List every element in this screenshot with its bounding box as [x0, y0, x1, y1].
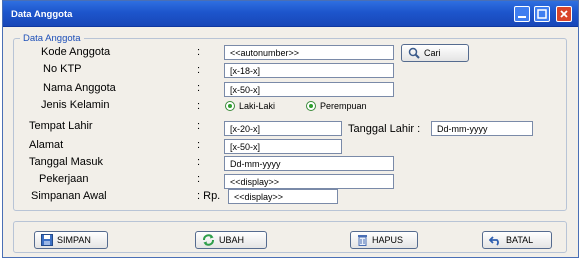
- ubah-button[interactable]: UBAH: [195, 231, 267, 249]
- batal-button-label: BATAL: [506, 235, 534, 245]
- cari-button-label: Cari: [424, 48, 441, 58]
- alamat-field[interactable]: [x-50-x]: [224, 139, 342, 154]
- hapus-button[interactable]: HAPUS: [350, 231, 418, 249]
- pekerjaan-label: Pekerjaan: [39, 173, 89, 185]
- close-button[interactable]: [556, 6, 572, 22]
- tanggal-masuk-field[interactable]: Dd-mm-yyyy: [224, 156, 394, 171]
- currency-rp: Rp.: [203, 190, 221, 202]
- colon: :: [197, 64, 201, 76]
- no-ktp-label: No KTP: [43, 63, 82, 75]
- simpan-button[interactable]: SIMPAN: [34, 231, 108, 249]
- group-legend: Data Anggota: [23, 33, 81, 44]
- ubah-button-label: UBAH: [219, 235, 245, 245]
- alamat-label: Alamat: [29, 139, 64, 151]
- simpanan-awal-field[interactable]: <<display>>: [228, 189, 338, 204]
- hapus-button-label: HAPUS: [372, 235, 404, 245]
- simpan-button-label: SIMPAN: [57, 235, 91, 245]
- kode-anggota-label: Kode Anggota: [41, 46, 111, 58]
- colon: :: [197, 46, 201, 58]
- jenis-kelamin-label: Jenis Kelamin: [41, 99, 110, 111]
- maximize-icon: [537, 9, 547, 19]
- colon: :: [197, 100, 201, 112]
- radio-laki-laki[interactable]: Laki-Laki: [225, 101, 275, 111]
- simpanan-awal-label: Simpanan Awal: [31, 190, 107, 202]
- maximize-button[interactable]: [534, 6, 550, 22]
- nama-anggota-label: Nama Anggota: [43, 82, 116, 94]
- colon: :: [197, 190, 201, 202]
- colon: :: [197, 120, 201, 132]
- minimize-icon: [518, 16, 526, 18]
- tanggal-masuk-label: Tanggal Masuk: [29, 156, 103, 168]
- kode-anggota-field[interactable]: <<autonumber>>: [224, 45, 394, 60]
- pekerjaan-field[interactable]: <<display>>: [224, 174, 394, 189]
- radio-indicator: [225, 101, 235, 111]
- minimize-button[interactable]: [514, 6, 530, 22]
- colon: :: [197, 139, 201, 151]
- currency-label: : Rp.: [197, 190, 220, 202]
- title-bar: Data Anggota: [3, 1, 578, 27]
- undo-icon: [489, 235, 502, 246]
- radio-perempuan[interactable]: Perempuan: [306, 101, 367, 111]
- refresh-icon: [202, 234, 215, 246]
- cari-button[interactable]: Cari: [401, 44, 469, 62]
- tempat-lahir-label: Tempat Lahir: [29, 120, 93, 132]
- tanggal-lahir-label: Tanggal Lahir :: [348, 123, 421, 135]
- radio-laki-laki-label: Laki-Laki: [239, 101, 276, 111]
- radio-perempuan-label: Perempuan: [320, 101, 367, 111]
- search-icon: [408, 47, 420, 59]
- tempat-lahir-field[interactable]: [x-20-x]: [224, 121, 342, 136]
- colon: :: [197, 82, 201, 94]
- save-icon: [41, 234, 53, 246]
- window-title: Data Anggota: [11, 9, 73, 20]
- data-anggota-window: Data Anggota Data Anggota Kode Anggota :…: [2, 0, 579, 258]
- nama-anggota-field[interactable]: [x-50-x]: [224, 82, 394, 97]
- batal-button[interactable]: BATAL: [482, 231, 552, 249]
- trash-icon: [357, 234, 368, 246]
- close-icon: [560, 10, 568, 18]
- no-ktp-field[interactable]: [x-18-x]: [224, 63, 394, 78]
- colon: :: [197, 156, 201, 168]
- tanggal-lahir-field[interactable]: Dd-mm-yyyy: [431, 121, 533, 136]
- colon: :: [197, 173, 201, 185]
- radio-indicator: [306, 101, 316, 111]
